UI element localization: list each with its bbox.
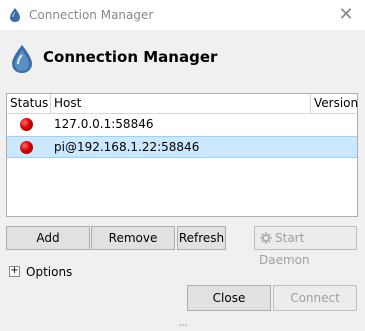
options-label[interactable]: Options [26,265,72,279]
host-cell: 127.0.0.1:58846 [54,117,154,131]
connect-button[interactable]: Connect [273,285,357,311]
app-logo-icon [12,45,32,73]
table-row-selected[interactable]: pi@192.168.1.22:58846 [7,136,357,158]
window-title: Connection Manager [29,8,154,22]
close-window-icon[interactable]: ✕ [335,4,357,26]
options-expand-icon[interactable]: + [9,266,20,277]
table-header: Status Host Version [7,94,358,114]
host-cell: pi@192.168.1.22:58846 [54,140,200,154]
header-title: Connection Manager [43,48,218,66]
resize-grip-icon[interactable] [178,322,188,328]
close-button[interactable]: Close [187,285,271,311]
app-droplet-icon [10,8,20,22]
connections-table[interactable]: Status Host Version 127.0.0.1:58846 pi@1… [6,93,358,217]
add-button[interactable]: Add [6,226,90,250]
start-daemon-button[interactable]: Start Daemon [254,226,357,267]
status-offline-icon [20,118,33,131]
remove-button[interactable]: Remove [91,226,175,250]
status-offline-icon [20,141,33,154]
column-header-host[interactable]: Host [51,94,311,113]
gear-icon [260,232,272,244]
window-titlebar: Connection Manager ✕ [0,0,365,30]
column-header-status[interactable]: Status [7,94,51,113]
table-row[interactable]: 127.0.0.1:58846 [7,114,357,136]
refresh-button[interactable]: Refresh [177,226,226,250]
column-header-version[interactable]: Version [311,94,358,113]
